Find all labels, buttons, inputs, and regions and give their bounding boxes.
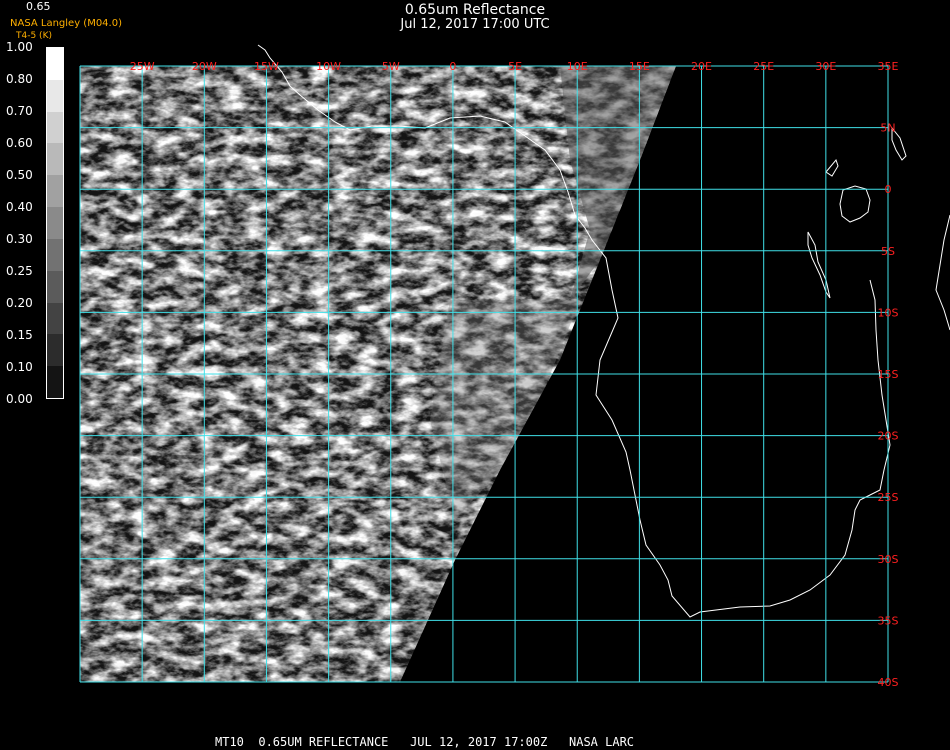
lake-albert-coast bbox=[825, 158, 839, 177]
longitude-label: 15W bbox=[254, 60, 279, 73]
colorbar-tick-label: 0.50 bbox=[6, 168, 33, 182]
longitude-label: 10E bbox=[567, 60, 588, 73]
legend-label: 0.65 bbox=[26, 0, 51, 13]
latitude-label: 10S bbox=[878, 306, 899, 319]
colorbar-tick-label: 0.10 bbox=[6, 360, 33, 374]
latitude-label: 20S bbox=[878, 430, 899, 443]
satellite-image-viewer: 25W 20W 15W 10W 5W 0 5E 10E 15E 20E 25E 30E 35E 5N 0 5S… bbox=[0, 0, 950, 750]
colorbar-step bbox=[47, 302, 63, 335]
latitude-label: 15S bbox=[878, 368, 899, 381]
colorbar-step bbox=[47, 207, 63, 239]
colorbar-tick-label: 0.80 bbox=[6, 72, 33, 86]
longitude-label: 5E bbox=[508, 60, 522, 73]
colorbar-step bbox=[47, 238, 63, 271]
longitude-label: 25W bbox=[130, 60, 155, 73]
colorbar-tick-label: 0.20 bbox=[6, 296, 33, 310]
colorbar-tick-label: 0.60 bbox=[6, 136, 33, 150]
colorbar-tick-label: 1.00 bbox=[6, 40, 33, 54]
longitude-label: 25E bbox=[753, 60, 774, 73]
longitude-label: 20E bbox=[691, 60, 712, 73]
colorbar-step bbox=[47, 48, 63, 80]
latitude-label: 5N bbox=[880, 122, 895, 135]
longitude-label: 30E bbox=[815, 60, 836, 73]
map-title: 0.65um Reflectance bbox=[404, 2, 546, 18]
map-subtitle: Jul 12, 2017 17:00 UTC bbox=[400, 17, 550, 32]
colorbar-tick-label: 0.25 bbox=[6, 264, 33, 278]
east-coast bbox=[935, 214, 950, 331]
colorbar-tick-label: 0.40 bbox=[6, 200, 33, 214]
longitude-label: 5W bbox=[382, 60, 400, 73]
longitude-label: 10W bbox=[316, 60, 341, 73]
colorbar-step bbox=[47, 334, 63, 367]
colorbar bbox=[46, 47, 64, 399]
longitude-label: 15E bbox=[629, 60, 650, 73]
colorbar-step bbox=[47, 175, 63, 208]
colorbar-tick-label: 0.70 bbox=[6, 104, 33, 118]
colorbar-tick-label: 0.30 bbox=[6, 232, 33, 246]
colorbar-step bbox=[47, 79, 63, 112]
colorbar-tick-label: 0.15 bbox=[6, 328, 33, 342]
colorbar-step bbox=[47, 111, 63, 144]
colorbar-step bbox=[47, 366, 63, 398]
longitude-label: 35E bbox=[878, 60, 899, 73]
latitude-label: 35S bbox=[878, 614, 899, 627]
lake-victoria-coast bbox=[839, 185, 871, 223]
latitude-label: 0 bbox=[885, 183, 892, 196]
colorbar-tick-label: 0.00 bbox=[6, 392, 33, 406]
latitude-label: 5S bbox=[881, 245, 895, 258]
longitude-label: 0 bbox=[449, 60, 456, 73]
colorbar-step bbox=[47, 270, 63, 303]
credit-label: NASA Langley (M04.0) bbox=[10, 18, 122, 29]
colorbar-step bbox=[47, 143, 63, 176]
reflectance-map: 25W 20W 15W 10W 5W 0 5E 10E 15E 20E 25E 30E 35E 5N 0 5S… bbox=[79, 44, 950, 689]
longitude-label: 20W bbox=[192, 60, 217, 73]
latitude-label: 40S bbox=[878, 676, 899, 689]
footer-caption: MT10 0.65UM REFLECTANCE JUL 12, 2017 17:… bbox=[215, 735, 635, 749]
madagascar-coast bbox=[807, 231, 831, 299]
latitude-label: 25S bbox=[878, 491, 899, 504]
latitude-label: 30S bbox=[878, 553, 899, 566]
